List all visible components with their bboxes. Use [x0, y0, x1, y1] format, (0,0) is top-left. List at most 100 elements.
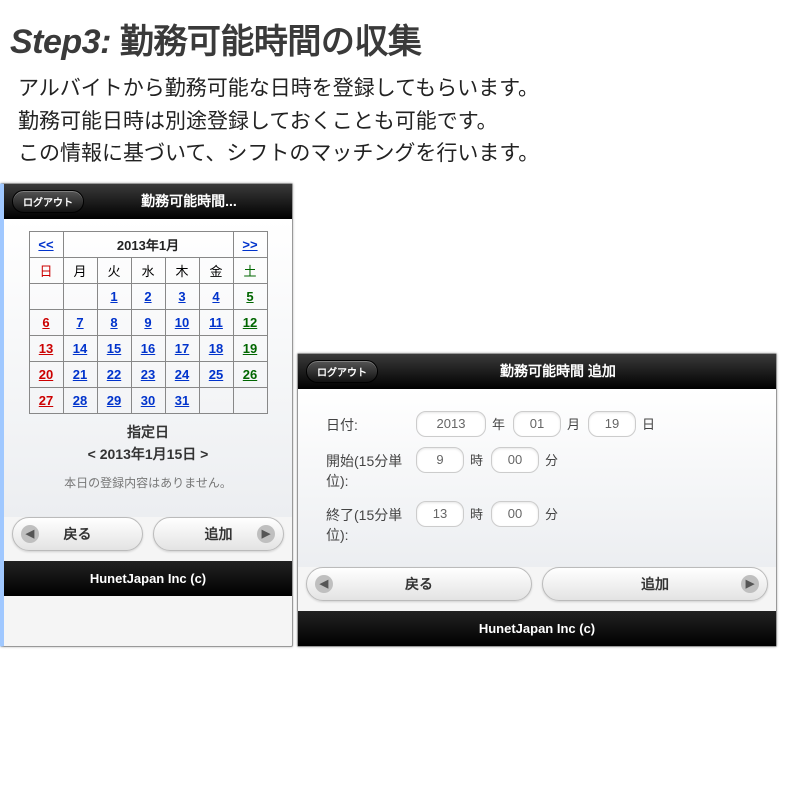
calendar-day[interactable]: 25 — [199, 361, 233, 387]
month-input[interactable]: 01 — [513, 411, 561, 437]
calendar-day — [233, 387, 267, 413]
calendar-day[interactable]: 6 — [29, 309, 63, 335]
calendar-day-link[interactable]: 13 — [39, 341, 53, 356]
dow-header: 金 — [199, 257, 233, 283]
calendar-day[interactable]: 26 — [233, 361, 267, 387]
back-button[interactable]: ◀ 戻る — [306, 567, 532, 601]
topbar: ログアウト 勤務可能時間 追加 — [298, 354, 776, 389]
calendar-day[interactable]: 12 — [233, 309, 267, 335]
back-button-label: 戻る — [64, 524, 92, 544]
calendar-day[interactable]: 15 — [97, 335, 131, 361]
calendar-day-link[interactable]: 3 — [178, 289, 185, 304]
end-hour-input[interactable]: 13 — [416, 501, 464, 527]
calendar-day-link[interactable]: 1 — [110, 289, 117, 304]
calendar-day-link[interactable]: 26 — [243, 367, 257, 382]
calendar-day-link[interactable]: 8 — [110, 315, 117, 330]
step-label: Step3: — [10, 23, 111, 61]
end-min-input[interactable]: 00 — [491, 501, 539, 527]
calendar-day-link[interactable]: 12 — [243, 315, 257, 330]
calendar-day[interactable]: 31 — [165, 387, 199, 413]
next-month-button[interactable]: >> — [233, 231, 267, 257]
calendar-day[interactable]: 27 — [29, 387, 63, 413]
calendar-day-link[interactable]: 23 — [141, 367, 155, 382]
calendar-day-link[interactable]: 20 — [39, 367, 53, 382]
calendar-day-link[interactable]: 31 — [175, 393, 189, 408]
calendar-day-link[interactable]: 28 — [73, 393, 87, 408]
calendar-day[interactable]: 10 — [165, 309, 199, 335]
calendar-day[interactable]: 28 — [63, 387, 97, 413]
calendar-day-link[interactable]: 18 — [209, 341, 223, 356]
panel-title: 勤務可能時間 追加 — [388, 361, 768, 381]
calendar-day-link[interactable]: 9 — [144, 315, 151, 330]
calendar-day[interactable]: 29 — [97, 387, 131, 413]
add-form-panel: ログアウト 勤務可能時間 追加 日付: 2013 年 01 月 19 日 開始(… — [297, 353, 777, 647]
calendar-day-link[interactable]: 30 — [141, 393, 155, 408]
dow-header: 土 — [233, 257, 267, 283]
calendar-day-link[interactable]: 2 — [144, 289, 151, 304]
calendar-day[interactable]: 8 — [97, 309, 131, 335]
calendar-day[interactable]: 18 — [199, 335, 233, 361]
dow-header: 日 — [29, 257, 63, 283]
back-button[interactable]: ◀ 戻る — [12, 517, 143, 551]
calendar-day[interactable]: 20 — [29, 361, 63, 387]
calendar-day[interactable]: 17 — [165, 335, 199, 361]
calendar-day[interactable]: 1 — [97, 283, 131, 309]
prev-month-button[interactable]: << — [29, 231, 63, 257]
logout-button[interactable]: ログアウト — [306, 360, 378, 383]
calendar-day-link[interactable]: 4 — [212, 289, 219, 304]
calendar-day-link[interactable]: 15 — [107, 341, 121, 356]
start-min-input[interactable]: 00 — [491, 447, 539, 473]
calendar-day[interactable]: 4 — [199, 283, 233, 309]
desc-line: 勤務可能日時は別途登録しておくことも可能です。 — [18, 106, 790, 139]
calendar-day[interactable]: 7 — [63, 309, 97, 335]
calendar-day[interactable]: 9 — [131, 309, 165, 335]
calendar-day[interactable]: 22 — [97, 361, 131, 387]
calendar-day-link[interactable]: 19 — [243, 341, 257, 356]
calendar-day[interactable]: 23 — [131, 361, 165, 387]
add-button[interactable]: 追加 ▶ — [153, 517, 284, 551]
calendar-day[interactable]: 11 — [199, 309, 233, 335]
calendar-day-link[interactable]: 14 — [73, 341, 87, 356]
calendar-day-link[interactable]: 24 — [175, 367, 189, 382]
calendar-day-link[interactable]: 16 — [141, 341, 155, 356]
min-unit: 分 — [545, 450, 558, 469]
calendar-day-link[interactable]: 6 — [42, 315, 49, 330]
calendar-day — [199, 387, 233, 413]
calendar-day[interactable]: 24 — [165, 361, 199, 387]
calendar-day[interactable]: 13 — [29, 335, 63, 361]
add-button[interactable]: 追加 ▶ — [542, 567, 768, 601]
end-label: 終了(15分単位): — [326, 501, 416, 545]
add-button-label: 追加 — [641, 574, 669, 594]
calendar-day-link[interactable]: 21 — [73, 367, 87, 382]
calendar-day[interactable]: 2 — [131, 283, 165, 309]
calendar-day[interactable]: 30 — [131, 387, 165, 413]
add-button-label: 追加 — [205, 524, 233, 544]
calendar-day[interactable]: 3 — [165, 283, 199, 309]
year-input[interactable]: 2013 — [416, 411, 486, 437]
calendar-day[interactable]: 14 — [63, 335, 97, 361]
dow-header: 月 — [63, 257, 97, 283]
calendar-day-link[interactable]: 29 — [107, 393, 121, 408]
calendar-day[interactable]: 21 — [63, 361, 97, 387]
desc-line: アルバイトから勤務可能な日時を登録してもらいます。 — [18, 73, 790, 106]
calendar-day-link[interactable]: 27 — [39, 393, 53, 408]
selected-day-label: 指定日 — [16, 422, 280, 442]
heading-title: 勤務可能時間の収集 — [120, 23, 422, 61]
calendar-day-link[interactable]: 5 — [246, 289, 253, 304]
calendar-day[interactable]: 19 — [233, 335, 267, 361]
calendar-day-link[interactable]: 25 — [209, 367, 223, 382]
calendar-day-link[interactable]: 10 — [175, 315, 189, 330]
day-input[interactable]: 19 — [588, 411, 636, 437]
empty-message: 本日の登録内容はありません。 — [16, 474, 280, 491]
panel-title: 勤務可能時間... — [94, 191, 284, 211]
calendar-day[interactable]: 5 — [233, 283, 267, 309]
calendar-panel: ログアウト 勤務可能時間... << 2013年1月 >> 日月火水木金土 12… — [0, 183, 293, 647]
logout-button[interactable]: ログアウト — [12, 190, 84, 213]
calendar-day-link[interactable]: 7 — [76, 315, 83, 330]
calendar-day-link[interactable]: 22 — [107, 367, 121, 382]
calendar-day[interactable]: 16 — [131, 335, 165, 361]
start-hour-input[interactable]: 9 — [416, 447, 464, 473]
calendar-day-link[interactable]: 11 — [209, 315, 223, 330]
calendar: << 2013年1月 >> 日月火水木金土 123456789101112131… — [29, 231, 268, 414]
calendar-day-link[interactable]: 17 — [175, 341, 189, 356]
